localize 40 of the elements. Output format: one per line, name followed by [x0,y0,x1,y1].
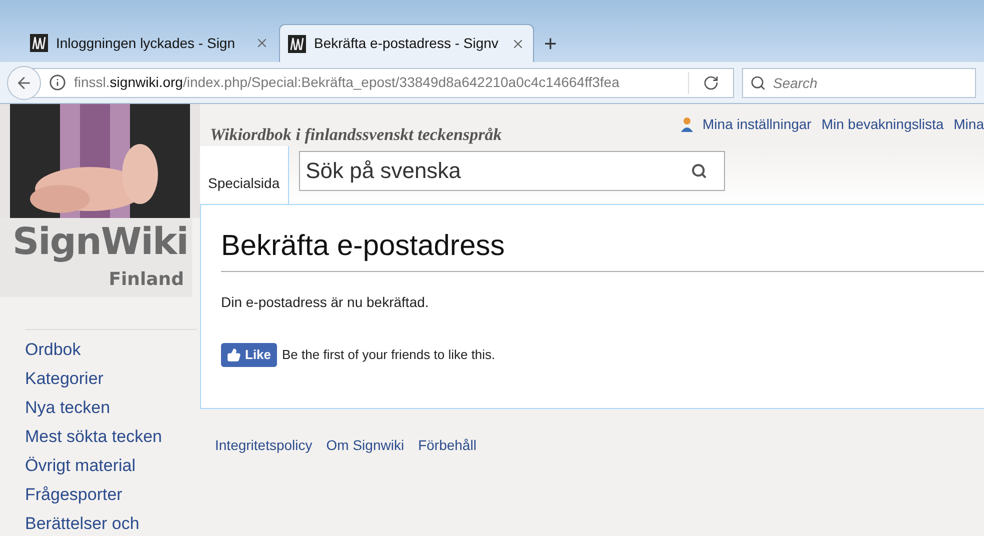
site-icon [30,34,48,52]
personal-link[interactable]: Mina [954,114,984,135]
sidebar-link[interactable]: Berättelser och [25,512,200,536]
sidebar-link[interactable]: Mest sökta tecken [25,425,200,449]
search-icon[interactable] [690,162,707,178]
browser-tab[interactable]: Bekräfta e-postadress - Signv [279,24,534,62]
footer-link[interactable]: Om Signwiki [326,435,404,456]
new-tab-button[interactable]: + [536,24,565,62]
personal-link[interactable]: Mina inställningar [702,114,812,135]
search-field[interactable]: Search [742,68,976,98]
address-bar[interactable]: finssl.signwiki.org/index.php/Special:Bekräfta_epost/33849d8a642210a0c4c14664ff3fea [8,68,734,98]
browser-tab[interactable]: Inloggningen lyckades - Sign [22,24,277,62]
logo-title: SignWiki [12,219,188,265]
like-text: Be the first of your friends to like this. [282,346,496,364]
sidebar-link[interactable]: Frågesporter [25,483,200,507]
url-text: finssl.signwiki.org/index.php/Special:Bekräfta_epost/33849d8a642210a0c4c14664ff3fea [74,73,620,92]
sidebar-link[interactable]: Nya tecken [25,396,200,420]
tab-title: Bekräfta e-postadress - Signv [314,34,500,53]
reload-icon[interactable] [703,74,719,90]
page-heading: Bekräfta e-postadress [221,225,984,272]
tab-title: Inloggningen lyckades - Sign [56,34,236,53]
sidebar-link[interactable]: Övrigt material [25,454,200,478]
namespace-tab[interactable]: Specialsida [200,146,289,204]
sidebar-link[interactable]: Ordbok [25,338,200,362]
confirmation-message: Din e-postadress är nu bekräftad. [221,292,430,312]
wiki-search-field[interactable]: Sök på svenska [298,150,725,190]
footer-link[interactable]: Integritetspolicy [215,435,312,456]
search-icon [750,74,766,90]
footer-link[interactable]: Förbehåll [418,435,476,456]
site-icon [288,34,306,52]
logo-subtitle: Finland [108,268,185,292]
user-icon [680,117,693,132]
thumbs-up-icon [227,348,241,362]
info-icon[interactable] [49,74,66,91]
like-button[interactable]: Like [221,342,278,366]
close-icon[interactable] [255,36,269,50]
sidebar-link[interactable]: Kategorier [25,367,200,391]
site-tagline: Wikiordbok i finlandssvenskt teckenspråk [210,124,502,146]
personal-link[interactable]: Min bevakningslista [821,114,944,135]
back-button[interactable] [7,66,41,100]
